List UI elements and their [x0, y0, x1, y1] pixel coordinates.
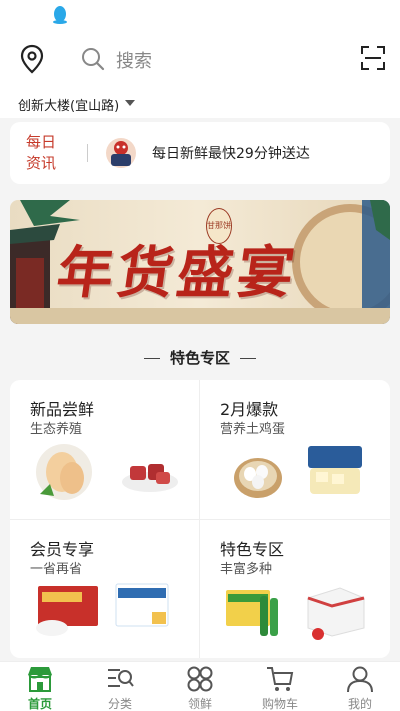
category-title: 新品尝鲜: [30, 400, 95, 419]
news-thumbnail: [106, 138, 136, 168]
news-headline: 每日新鲜最快29分钟送达: [152, 146, 310, 162]
address-selector[interactable]: 创新大楼(宜山路): [0, 88, 400, 118]
location-pin-icon[interactable]: [18, 44, 46, 74]
tab-fresh[interactable]: 领鲜: [160, 662, 240, 711]
category-subtitle: 营养土鸡蛋: [220, 422, 286, 437]
eggs-and-tofu-image: [234, 446, 362, 498]
feature-grid: 新品尝鲜 生态养殖 2月爆款 营养土鸡蛋 会员专享 一省再省 特色专区 丰富多种: [10, 380, 390, 658]
category-card-new-items[interactable]: 新品尝鲜 生态养殖: [10, 380, 199, 518]
category-subtitle: 一省再省: [30, 562, 83, 577]
divider: [87, 144, 88, 162]
cart-icon: [267, 667, 294, 691]
news-title: 每日资讯: [26, 133, 57, 172]
category-card-special-zone[interactable]: 特色专区 丰富多种: [200, 520, 389, 658]
category-title: 会员专享: [30, 540, 95, 559]
category-subtitle: 生态养殖: [30, 422, 83, 437]
search-icon: [82, 48, 105, 71]
category-search-icon: [108, 669, 134, 687]
section-title: 特色专区: [0, 347, 400, 368]
banner-title: 年货盛宴: [52, 240, 303, 306]
chicken-meat-image: [36, 444, 178, 500]
address-label: 创新大楼(宜山路): [18, 99, 120, 114]
tab-label: 领鲜: [187, 697, 212, 711]
promo-banner[interactable]: 甘那饼 年货盛宴: [10, 200, 390, 324]
category-card-member-deals[interactable]: 会员专享 一省再省: [10, 520, 199, 658]
tab-cart[interactable]: 购物车: [240, 662, 320, 711]
top-bar: 搜索: [0, 30, 400, 88]
category-card-monthly-hot[interactable]: 2月爆款 营养土鸡蛋: [200, 380, 389, 518]
tab-profile[interactable]: 我的: [320, 662, 400, 711]
daily-news-card[interactable]: 每日资讯 每日新鲜最快29分钟送达: [10, 122, 390, 184]
status-bar: [0, 0, 400, 30]
tab-label: 分类: [107, 697, 132, 711]
divider: [240, 358, 256, 359]
section-title-text: 特色专区: [169, 349, 230, 367]
category-subtitle: 丰富多种: [220, 562, 273, 577]
tab-label: 首页: [27, 697, 52, 711]
profile-icon: [347, 666, 373, 693]
drinks-and-gift-box-image: [226, 587, 365, 640]
rice-and-milk-image: [36, 583, 169, 636]
search-placeholder: 搜索: [116, 51, 152, 72]
tab-label: 我的: [347, 697, 372, 711]
home-store-icon: [28, 667, 52, 692]
grid-flower-icon: [187, 666, 213, 692]
tab-home[interactable]: 首页: [0, 662, 80, 711]
category-title: 2月爆款: [220, 400, 279, 419]
qq-penguin-icon: [53, 6, 67, 24]
tab-category[interactable]: 分类: [80, 662, 160, 711]
search-input[interactable]: 搜索: [70, 40, 330, 78]
category-title: 特色专区: [220, 540, 285, 559]
divider: [143, 358, 160, 359]
caret-down-icon: [125, 100, 135, 106]
bottom-tab-bar: 首页 分类 领鲜 购物车 我的: [0, 661, 400, 711]
tab-label: 购物车: [261, 697, 298, 711]
scan-icon[interactable]: [360, 45, 386, 71]
